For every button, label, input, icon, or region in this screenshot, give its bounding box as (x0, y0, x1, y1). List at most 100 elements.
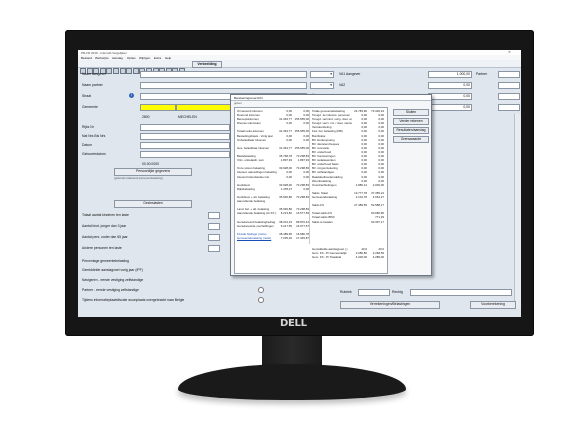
verder-rekenen-button[interactable]: Verder rekenen (393, 118, 429, 125)
andere-personen-field[interactable] (208, 245, 220, 252)
result-value: 0,00 (303, 186, 309, 191)
label-partner: Partner (476, 72, 488, 76)
partner-va4-field[interactable] (498, 104, 520, 111)
result-label: Terugd. vermind. vorig. doel. andere (312, 118, 352, 122)
rubriek-field[interactable] (358, 289, 390, 296)
result-label: Woonbelasting (312, 179, 332, 183)
va4-value: 0,00 (463, 105, 470, 109)
berekeningsoverzicht-dialog: Berekeningsoverzicht groen Onroerend ink… (230, 94, 432, 276)
va2-value: 0,00 (463, 83, 470, 87)
label-va2: VA2 (339, 83, 346, 87)
rechtg-field[interactable] (410, 289, 512, 296)
menu-item-wijzigen[interactable]: Wijzigen (139, 56, 150, 60)
pers-ouder-field[interactable] (208, 234, 220, 241)
result-label: Totaal netto-inkomen (237, 130, 264, 134)
chevron-down-icon: ▾ (330, 83, 332, 87)
result-value: 27.489,59 (354, 203, 367, 208)
va2-field[interactable]: 0,00 (428, 82, 472, 89)
paste-icon[interactable] (112, 68, 119, 75)
woonplaats-radio[interactable] (258, 297, 264, 303)
result-value: 35.930,86 (279, 194, 292, 199)
va4-field[interactable]: 0,00 (428, 104, 472, 111)
result-row: Saldo te betalen 60.397,17 (312, 219, 385, 225)
label-woonplaats: Tijdens informatieplaatsfiscale woonplaa… (82, 298, 185, 302)
help-icon[interactable] (126, 68, 133, 75)
menu-item-extra[interactable]: Extra (154, 56, 161, 60)
close-icon[interactable]: ✕ (508, 50, 511, 54)
result-value: 1.478,27 (280, 186, 292, 191)
result-label: Aanvullende belasting (Ar.ST.) 1. (237, 212, 277, 216)
vertical-scrollbar[interactable] (514, 114, 521, 309)
result-label: Bestedingsbasis - Vorig jaar (237, 134, 273, 138)
menu-item-werkwijze[interactable]: Werkwijze (95, 56, 109, 60)
result-label: Onroerend inkomen (237, 110, 263, 113)
prev-icon[interactable] (132, 68, 139, 75)
va3-field[interactable]: 0,00 (428, 93, 472, 100)
partner-va3-field[interactable] (498, 93, 520, 100)
verbeelding-button[interactable]: Verbeelding (192, 61, 222, 68)
partner-radio[interactable] (258, 287, 264, 293)
copy-icon[interactable] (106, 68, 113, 75)
result-value: 2.000,00 (372, 182, 384, 187)
naam-aangever-field[interactable]: Martin Van Engelen (140, 71, 307, 86)
postcode-field[interactable]: 2800 (140, 104, 176, 119)
va1-value: 1.000,00 (456, 72, 470, 76)
result-label: BV. zorgverzekering (312, 167, 338, 171)
calc-icon[interactable] (119, 68, 126, 75)
result-label[interactable]: Gemeentebelasting (netto) (237, 237, 277, 241)
partner-va2-field[interactable] (498, 82, 520, 89)
datum-field[interactable]: 06.09.2019 (140, 142, 230, 157)
result-label: Interest buitenlandse inst (237, 175, 270, 179)
nat-nrs-field[interactable] (140, 133, 230, 140)
label-datum: Datum (82, 143, 92, 147)
result-label: Saldo. Staat (312, 191, 328, 195)
kind-jonger-field[interactable] (208, 223, 220, 230)
gezinslasten-button[interactable]: Gezinslasten (114, 200, 192, 208)
result-value: 16.077,57 (296, 223, 309, 228)
info-circle-icon[interactable]: i (129, 93, 134, 98)
persoonlijke-note: (gebruikt uitsluitend personenbelasting) (114, 176, 163, 180)
label-nat-nrs: Nat Nrs Bis Nrs (82, 134, 106, 138)
result-row: Gem. FS - P/ Totaalsal 4.200,00 4.289,00 (312, 256, 385, 260)
kinderen-field[interactable] (208, 212, 220, 219)
label-va1: VA1 Aangever (339, 72, 361, 76)
menu-item-aanslag[interactable]: Aanslag (112, 56, 123, 60)
menu-item-opties[interactable]: Opties (127, 56, 136, 60)
geboortedatum-field[interactable]: 00.00.0000 (140, 151, 230, 166)
footer-results-table: Gemiddelde aanslagvoet (,) 40,9 40,6 Gem. F… (312, 247, 385, 260)
resultaten-aanslag-button[interactable]: Resultaten/aanslag (393, 127, 429, 134)
result-label: Ov.te storen belasting (237, 167, 265, 171)
geslacht-aangever-select[interactable]: Man▾ (310, 71, 334, 86)
menu-item-bestand[interactable]: Bestand (81, 56, 92, 60)
va1-field[interactable]: 1.000,00 (428, 71, 472, 78)
label-gemeentebelasting: Percentage gemeentebelasting (82, 259, 129, 263)
result-label: Gem. FS - P/ Totaalsal (312, 256, 342, 260)
result-value: 0,00 (303, 174, 309, 179)
result-label: BV. zelfstandigen (312, 171, 335, 175)
naam-partner-field[interactable]: Nancy Verstraeten (140, 82, 307, 97)
screen: PR-FR 2019 - Intersoft-Vergelijken ✕ Bes… (78, 50, 521, 317)
toolbar: Verbeelding (78, 60, 521, 75)
verrekeningen-button[interactable]: Verrekeningen/Belastingen (340, 301, 440, 309)
grenswaarde-button[interactable]: Grenswaarde (393, 136, 429, 143)
partner-va-field[interactable] (498, 71, 520, 78)
sluiten-button[interactable]: Sluiten (393, 109, 429, 116)
result-label[interactable]: Fiscale bijdrage (netto) (237, 233, 277, 237)
result-label: BV. isolatiewerken (312, 159, 336, 163)
result-label: Totale gemeentebelasting (312, 110, 345, 113)
result-label: Bonificatie (312, 134, 326, 138)
menu-item-help[interactable]: Help (165, 56, 171, 60)
label-rubriek: Rubriek (340, 290, 352, 294)
result-value: 155.955,00 (294, 145, 309, 150)
result-label: Beroepsinkomen (237, 118, 259, 122)
chevron-down-icon: ▾ (330, 72, 332, 76)
persoonlijke-gegevens-button[interactable]: Persoonlijke gegevens (114, 168, 192, 176)
result-label: Fed. bel. belasting (FBI) (312, 130, 343, 134)
column-divider (309, 110, 310, 244)
geslacht-partner-select[interactable]: Vrouw▾ (310, 82, 334, 97)
geboortedatum-value: 00.00.0000 (142, 162, 159, 166)
result-value: 60.397,17 (371, 219, 384, 224)
rijks-nr-field[interactable] (140, 124, 230, 131)
result-value: 16.577,59 (296, 211, 309, 216)
voorberekening-button[interactable]: Voorberekening (470, 301, 516, 309)
